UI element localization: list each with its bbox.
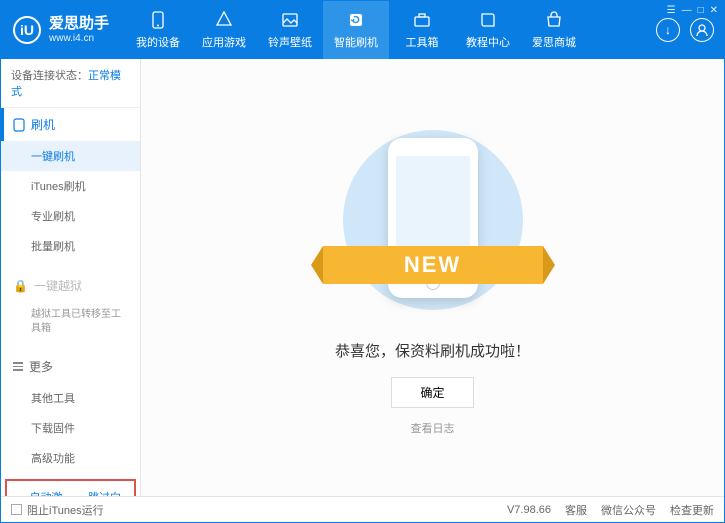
view-log-link[interactable]: 查看日志 (411, 420, 455, 436)
sidebar-group-flash[interactable]: 刷机 (1, 108, 140, 141)
app-site: www.i4.cn (49, 33, 109, 45)
main-content: NEW 恭喜您，保资料刷机成功啦！ 确定 查看日志 (141, 59, 724, 496)
jailbreak-note: 越狱工具已转移至工具箱 (1, 302, 140, 342)
device-icon (148, 10, 168, 30)
minimize-button[interactable]: — (682, 5, 692, 16)
nav-smart-flash[interactable]: 智能刷机 (323, 1, 389, 59)
status-bar-footer: 阻止iTunes运行 V7.98.66 客服 微信公众号 检查更新 (1, 496, 724, 522)
sidebar-item-download-firmware[interactable]: 下载固件 (1, 413, 140, 443)
success-message: 恭喜您，保资料刷机成功啦！ (335, 340, 530, 361)
checkbox-label: 跳过向导 (88, 489, 124, 496)
nav-label: 工具箱 (406, 34, 439, 50)
nav-label: 智能刷机 (334, 34, 378, 50)
nav-toolbox[interactable]: 工具箱 (389, 1, 455, 59)
sidebar-item-batch-flash[interactable]: 批量刷机 (1, 231, 140, 261)
store-icon (544, 10, 564, 30)
user-button[interactable] (690, 18, 714, 42)
checkbox-block-itunes[interactable]: 阻止iTunes运行 (11, 502, 104, 518)
group-label: 刷机 (31, 116, 55, 133)
nav-label: 爱思商城 (532, 34, 576, 50)
sidebar-item-other-tools[interactable]: 其他工具 (1, 383, 140, 413)
toolbox-icon (412, 10, 432, 30)
checkbox-icon (11, 504, 22, 515)
app-header: ☰ — □ ✕ iU 爱思助手 www.i4.cn 我的设备 应用游戏 铃声壁纸 (1, 1, 724, 59)
wechat-link[interactable]: 微信公众号 (601, 502, 656, 518)
sidebar: 设备连接状态：正常模式 刷机 一键刷机 iTunes刷机 专业刷机 批量刷机 🔒… (1, 59, 141, 496)
nav-label: 我的设备 (136, 34, 180, 50)
menu-icon[interactable]: ☰ (667, 5, 676, 16)
sidebar-group-more[interactable]: 更多 (1, 350, 140, 383)
download-icon: ↓ (665, 23, 671, 37)
wallpaper-icon (280, 10, 300, 30)
check-update-link[interactable]: 检查更新 (670, 502, 714, 518)
checkbox-skip-guide[interactable]: ✓ 跳过向导 (76, 489, 125, 496)
nav-label: 教程中心 (466, 34, 510, 50)
nav-label: 应用游戏 (202, 34, 246, 50)
main-nav: 我的设备 应用游戏 铃声壁纸 智能刷机 工具箱 教程中心 (125, 1, 646, 59)
close-button[interactable]: ✕ (710, 5, 718, 16)
app-title: 爱思助手 (49, 15, 109, 33)
sidebar-item-oneclick-flash[interactable]: 一键刷机 (1, 141, 140, 171)
more-icon (13, 362, 23, 371)
checkbox-auto-activate[interactable]: ✓ 自动激活 (17, 489, 66, 496)
nav-store[interactable]: 爱思商城 (521, 1, 587, 59)
flash-icon (346, 10, 366, 30)
download-button[interactable]: ↓ (656, 18, 680, 42)
new-banner: NEW (323, 246, 543, 284)
options-highlight-box: ✓ 自动激活 ✓ 跳过向导 (5, 479, 136, 496)
nav-tutorials[interactable]: 教程中心 (455, 1, 521, 59)
success-illustration: NEW (333, 120, 533, 320)
maximize-button[interactable]: □ (698, 5, 704, 16)
group-label: 更多 (29, 358, 53, 375)
logo-icon: iU (13, 16, 41, 44)
nav-ringtone-wallpaper[interactable]: 铃声壁纸 (257, 1, 323, 59)
user-icon (695, 23, 709, 37)
apps-icon (214, 10, 234, 30)
support-link[interactable]: 客服 (565, 502, 587, 518)
phone-icon (13, 118, 25, 132)
nav-label: 铃声壁纸 (268, 34, 312, 50)
checkbox-label: 自动激活 (30, 489, 66, 496)
window-controls: ☰ — □ ✕ (667, 5, 718, 16)
group-label: 一键越狱 (34, 277, 82, 294)
nav-my-device[interactable]: 我的设备 (125, 1, 191, 59)
logo-area: iU 爱思助手 www.i4.cn (1, 1, 125, 59)
version-label: V7.98.66 (507, 504, 551, 516)
checkbox-label: 阻止iTunes运行 (27, 502, 104, 518)
status-label: 设备连接状态： (11, 70, 88, 82)
lock-icon: 🔒 (13, 279, 28, 293)
nav-apps-games[interactable]: 应用游戏 (191, 1, 257, 59)
sidebar-group-jailbreak[interactable]: 🔒 一键越狱 (1, 269, 140, 302)
sidebar-item-itunes-flash[interactable]: iTunes刷机 (1, 171, 140, 201)
confirm-button[interactable]: 确定 (391, 377, 473, 408)
device-status: 设备连接状态：正常模式 (1, 59, 140, 108)
book-icon (478, 10, 498, 30)
sidebar-item-advanced[interactable]: 高级功能 (1, 443, 140, 473)
sidebar-item-pro-flash[interactable]: 专业刷机 (1, 201, 140, 231)
